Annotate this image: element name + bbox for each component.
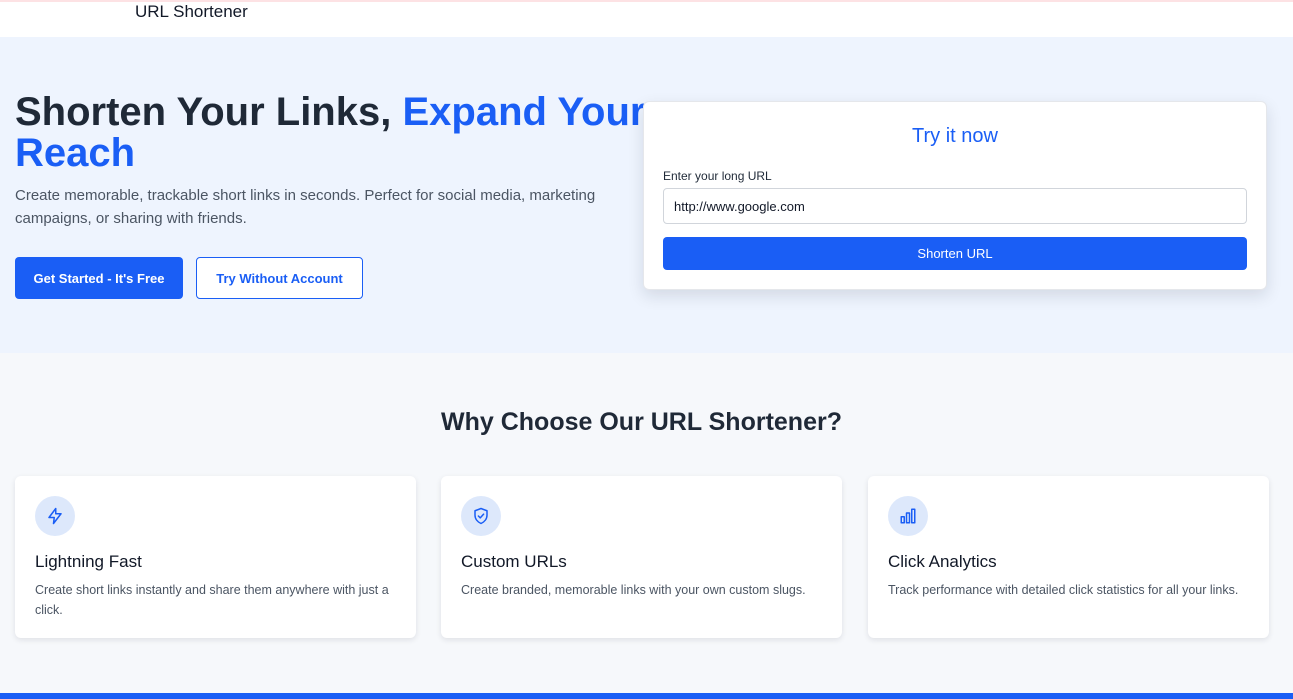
lightning-icon [35,496,75,536]
feature-title: Lightning Fast [35,552,142,571]
features-heading: Why Choose Our URL Shortener? [441,408,842,436]
long-url-input[interactable] [663,188,1247,224]
feature-card-click-analytics: Click Analytics Track performance with d… [868,476,1269,638]
bar-chart-icon [888,496,928,536]
hero-heading-main: Shorten Your Links, [15,90,403,134]
try-it-now-card: Try it now Enter your long URL Shorten U… [643,101,1267,290]
hero-subtitle: Create memorable, trackable short links … [15,187,596,227]
feature-card-lightning-fast: Lightning Fast Create short links instan… [15,476,416,638]
try-card-title: Try it now [912,125,998,147]
try-without-account-button[interactable]: Try Without Account [196,257,363,299]
navbar: URL Shortener [0,2,1293,37]
shorten-url-button[interactable]: Shorten URL [663,237,1247,270]
get-started-button[interactable]: Get Started - It's Free [15,257,183,299]
shield-check-icon [461,496,501,536]
features-section: Why Choose Our URL Shortener? Lightning … [0,353,1293,693]
feature-title: Click Analytics [888,552,997,571]
feature-description: Track performance with detailed click st… [888,583,1239,597]
hero-heading: Shorten Your Links, Expand Your Reach [15,92,655,174]
feature-description: Create branded, memorable links with you… [461,583,806,597]
site-title[interactable]: URL Shortener [135,2,248,22]
feature-card-custom-urls: Custom URLs Create branded, memorable li… [441,476,842,638]
footer-top-bar [0,693,1293,699]
feature-description: Create short links instantly and share t… [35,583,389,617]
feature-title: Custom URLs [461,552,567,571]
long-url-label: Enter your long URL [663,169,772,183]
hero-section: Shorten Your Links, Expand Your Reach Cr… [0,37,1293,353]
